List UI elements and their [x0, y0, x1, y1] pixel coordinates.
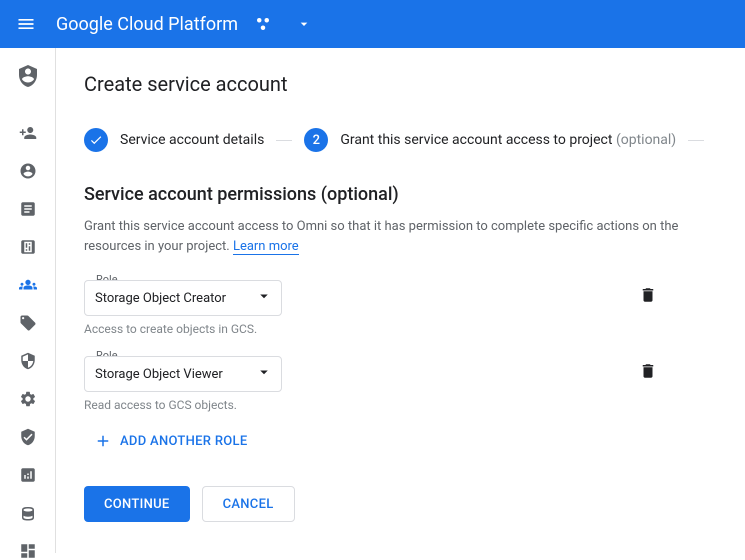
sidebar-item-quotas[interactable]	[16, 466, 40, 484]
logo-text: Google Cloud Platform	[56, 14, 238, 35]
cancel-button[interactable]: CANCEL	[202, 486, 295, 522]
page-title: Create service account	[84, 72, 717, 96]
role-field-1: Role Storage Object Viewer	[84, 356, 282, 392]
role-value-1: Storage Object Viewer	[95, 367, 223, 382]
step1-label[interactable]: Service account details	[120, 132, 264, 148]
delete-role-button-0[interactable]	[639, 286, 657, 308]
sidebar-item-org-policy[interactable]	[16, 238, 40, 256]
role-select-0[interactable]: Storage Object Creator	[84, 280, 282, 316]
step-divider	[276, 140, 292, 141]
role-value-0: Storage Object Creator	[95, 291, 226, 306]
role-hint-0: Access to create objects in GCS.	[84, 322, 717, 336]
caret-down-icon	[255, 287, 273, 309]
step-divider-2	[688, 140, 704, 141]
learn-more-link[interactable]: Learn more	[233, 239, 299, 255]
section-title: Service account permissions (optional)	[84, 184, 717, 205]
role-select-1[interactable]: Storage Object Viewer	[84, 356, 282, 392]
caret-down-icon	[255, 363, 273, 385]
sidebar-item-security-shield[interactable]	[16, 428, 40, 446]
section-desc-text: Grant this service account access to Omn…	[84, 219, 678, 254]
step1-badge-complete-icon[interactable]	[84, 128, 108, 152]
iam-shield-icon[interactable]	[16, 64, 40, 88]
app-header: Google Cloud Platform	[0, 0, 745, 48]
menu-icon[interactable]	[16, 14, 36, 34]
sidebar-item-service-accounts[interactable]	[16, 276, 40, 294]
sidebar-item-audit-logs[interactable]	[16, 542, 40, 560]
continue-button[interactable]: CONTINUE	[84, 486, 190, 522]
step2-optional: (optional)	[616, 132, 676, 148]
dropdown-caret-icon[interactable]	[296, 16, 312, 32]
role-block-1: Role Storage Object Viewer Read access t…	[84, 356, 717, 412]
step2-label: Grant this service account access to pro…	[340, 132, 612, 148]
add-another-role-button[interactable]: ADD ANOTHER ROLE	[94, 432, 717, 450]
step2-badge[interactable]: 2	[304, 128, 328, 152]
sidebar-item-add-person[interactable]	[16, 124, 40, 142]
header-icons	[254, 15, 312, 33]
section-description: Grant this service account access to Omn…	[84, 217, 717, 256]
role-field-0: Role Storage Object Creator	[84, 280, 282, 316]
stepper: Service account details 2 Grant this ser…	[84, 128, 717, 152]
sidebar-item-identity[interactable]	[16, 162, 40, 180]
button-row: CONTINUE CANCEL	[84, 486, 717, 522]
sidebar-item-privacy[interactable]	[16, 352, 40, 370]
step2-label-wrap[interactable]: Grant this service account access to pro…	[340, 132, 676, 148]
sidebar-item-roles[interactable]	[16, 504, 40, 522]
sidebar-item-policy[interactable]	[16, 200, 40, 218]
sidebar	[0, 48, 56, 553]
main-content: Create service account Service account d…	[56, 48, 745, 553]
role-block-0: Role Storage Object Creator Access to cr…	[84, 280, 717, 336]
project-selector-icon[interactable]	[254, 15, 272, 33]
sidebar-item-settings[interactable]	[16, 390, 40, 408]
delete-role-button-1[interactable]	[639, 362, 657, 384]
add-role-label: ADD ANOTHER ROLE	[120, 434, 248, 449]
role-hint-1: Read access to GCS objects.	[84, 398, 717, 412]
sidebar-item-labels[interactable]	[16, 314, 40, 332]
